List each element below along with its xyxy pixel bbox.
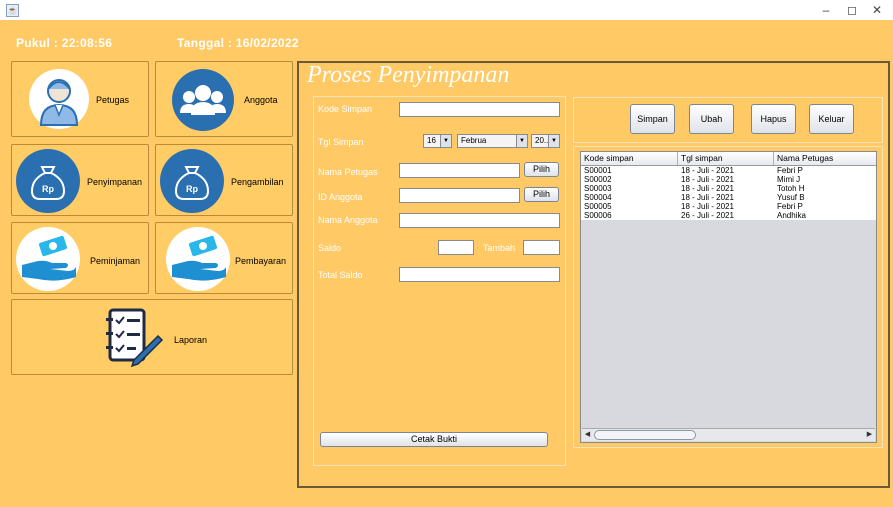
money-bag-icon: Rp [160, 149, 224, 213]
nama-anggota-label: Nama Anggota [318, 215, 378, 225]
tgl-day-value: 16 [427, 136, 436, 145]
table-cell: 26 - Juli - 2021 [681, 211, 734, 220]
nav-penyimpanan-label: Penyimpanan [87, 177, 143, 187]
column-header[interactable]: Kode simpan [581, 152, 678, 165]
nav-laporan-button[interactable]: Laporan [11, 299, 293, 375]
kode-simpan-label: Kode Simpan [318, 104, 373, 114]
hand-money-icon [166, 227, 230, 291]
tambah-label: Tambah [483, 243, 516, 253]
table-cell: S00003 [584, 184, 612, 193]
nav-penyimpanan-button[interactable]: Rp Penyimpanan [11, 144, 149, 216]
clock-label: Pukul : 22:08:56 [16, 36, 113, 50]
date-label: Tanggal : 16/02/2022 [177, 36, 299, 50]
table-row[interactable]: S00006 26 - Juli - 2021 Andhika [581, 211, 876, 220]
money-bag-icon: Rp [16, 149, 80, 213]
simpanan-table[interactable]: Kode simpan Tgl simpan Nama Petugas S000… [580, 151, 877, 443]
nama-anggota-input[interactable] [399, 213, 560, 228]
group-icon [172, 69, 234, 131]
hand-money-icon [16, 227, 80, 291]
nav-petugas-button[interactable]: Petugas [11, 61, 149, 137]
chevron-down-icon: ▼ [548, 135, 559, 147]
maximize-button[interactable]: ◻ [838, 2, 866, 18]
scroll-thumb[interactable] [594, 430, 696, 440]
nav-pengambilan-button[interactable]: Rp Pengambilan [155, 144, 293, 216]
page-title: Proses Penyimpanan [307, 62, 510, 88]
table-cell: 18 - Juli - 2021 [681, 202, 734, 211]
chevron-down-icon: ▼ [440, 135, 451, 147]
table-cell: 18 - Juli - 2021 [681, 184, 734, 193]
tgl-year-select[interactable]: 20... ▼ [531, 134, 560, 148]
id-anggota-input[interactable] [399, 188, 520, 203]
minimize-button[interactable]: – [812, 2, 840, 18]
kode-simpan-input[interactable] [399, 102, 560, 117]
column-header[interactable]: Nama Petugas [774, 152, 876, 165]
nav-pengambilan-label: Pengambilan [231, 177, 284, 187]
tgl-month-select[interactable]: Februa ▼ [457, 134, 528, 148]
nama-petugas-label: Nama Petugas [318, 167, 378, 177]
checklist-pen-icon [104, 306, 164, 368]
table-cell: S00004 [584, 193, 612, 202]
svg-text:Rp: Rp [186, 184, 198, 194]
scroll-right-icon[interactable]: ▶ [865, 430, 874, 439]
saldo-label: Saldo [318, 243, 342, 253]
table-row[interactable]: S00005 18 - Juli - 2021 Febri P [581, 202, 876, 211]
table-header: Kode simpan Tgl simpan Nama Petugas [581, 152, 876, 166]
table-cell: S00005 [584, 202, 612, 211]
nav-pembayaran-button[interactable]: Pembayaran [155, 222, 293, 294]
tgl-day-select[interactable]: 16 ▼ [423, 134, 452, 148]
total-saldo-label: Total Saldo [318, 270, 363, 280]
tambah-input[interactable] [523, 240, 560, 255]
table-cell: 18 - Juli - 2021 [681, 193, 734, 202]
nav-laporan-label: Laporan [174, 335, 208, 345]
cetak-bukti-button[interactable]: Cetak Bukti [320, 432, 548, 447]
table-cell: Yusuf B [777, 193, 805, 202]
table-cell: Totoh H [777, 184, 805, 193]
tgl-simpan-label: Tgl Simpan [318, 137, 364, 147]
nav-petugas-label: Petugas [96, 95, 130, 105]
total-saldo-input[interactable] [399, 267, 560, 282]
close-button[interactable]: ✕ [863, 2, 891, 18]
table-row[interactable]: S00004 18 - Juli - 2021 Yusuf B [581, 193, 876, 202]
window-titlebar: ☕ – ◻ ✕ [0, 0, 893, 20]
chevron-down-icon: ▼ [516, 135, 527, 147]
table-cell: S00002 [584, 175, 612, 184]
nav-peminjaman-label: Peminjaman [90, 256, 141, 266]
nav-anggota-button[interactable]: Anggota [155, 61, 293, 137]
ubah-button[interactable]: Ubah [689, 104, 734, 134]
table-row[interactable]: S00002 18 - Juli - 2021 Mimi J [581, 175, 876, 184]
table-row[interactable]: S00001 18 - Juli - 2021 Febri P [581, 166, 876, 175]
table-cell: S00006 [584, 211, 612, 220]
pilih-anggota-button[interactable]: Pilih [524, 187, 559, 202]
saldo-input[interactable] [438, 240, 474, 255]
table-row[interactable]: S00003 18 - Juli - 2021 Totoh H [581, 184, 876, 193]
table-cell: Febri P [777, 202, 803, 211]
table-cell: Mimi J [777, 175, 801, 184]
table-cell: Febri P [777, 166, 803, 175]
horizontal-scrollbar[interactable]: ◀ ▶ [582, 428, 875, 441]
tgl-month-value: Februa [461, 136, 487, 145]
simpan-button[interactable]: Simpan [630, 104, 675, 134]
table-cell: Andhika [777, 211, 806, 220]
officer-icon [29, 69, 89, 129]
column-header[interactable]: Tgl simpan [678, 152, 774, 165]
nav-pembayaran-label: Pembayaran [235, 256, 287, 266]
table-cell: S00001 [584, 166, 612, 175]
java-app-icon: ☕ [6, 4, 19, 17]
nav-anggota-label: Anggota [244, 95, 278, 105]
nama-petugas-input[interactable] [399, 163, 520, 178]
pilih-petugas-button[interactable]: Pilih [524, 162, 559, 177]
svg-text:Rp: Rp [42, 184, 54, 194]
hapus-button[interactable]: Hapus [751, 104, 796, 134]
scroll-left-icon[interactable]: ◀ [583, 430, 592, 439]
id-anggota-label: ID Anggota [318, 192, 363, 202]
table-cell: 18 - Juli - 2021 [681, 166, 734, 175]
nav-peminjaman-button[interactable]: Peminjaman [11, 222, 149, 294]
table-cell: 18 - Juli - 2021 [681, 175, 734, 184]
keluar-button[interactable]: Keluar [809, 104, 854, 134]
